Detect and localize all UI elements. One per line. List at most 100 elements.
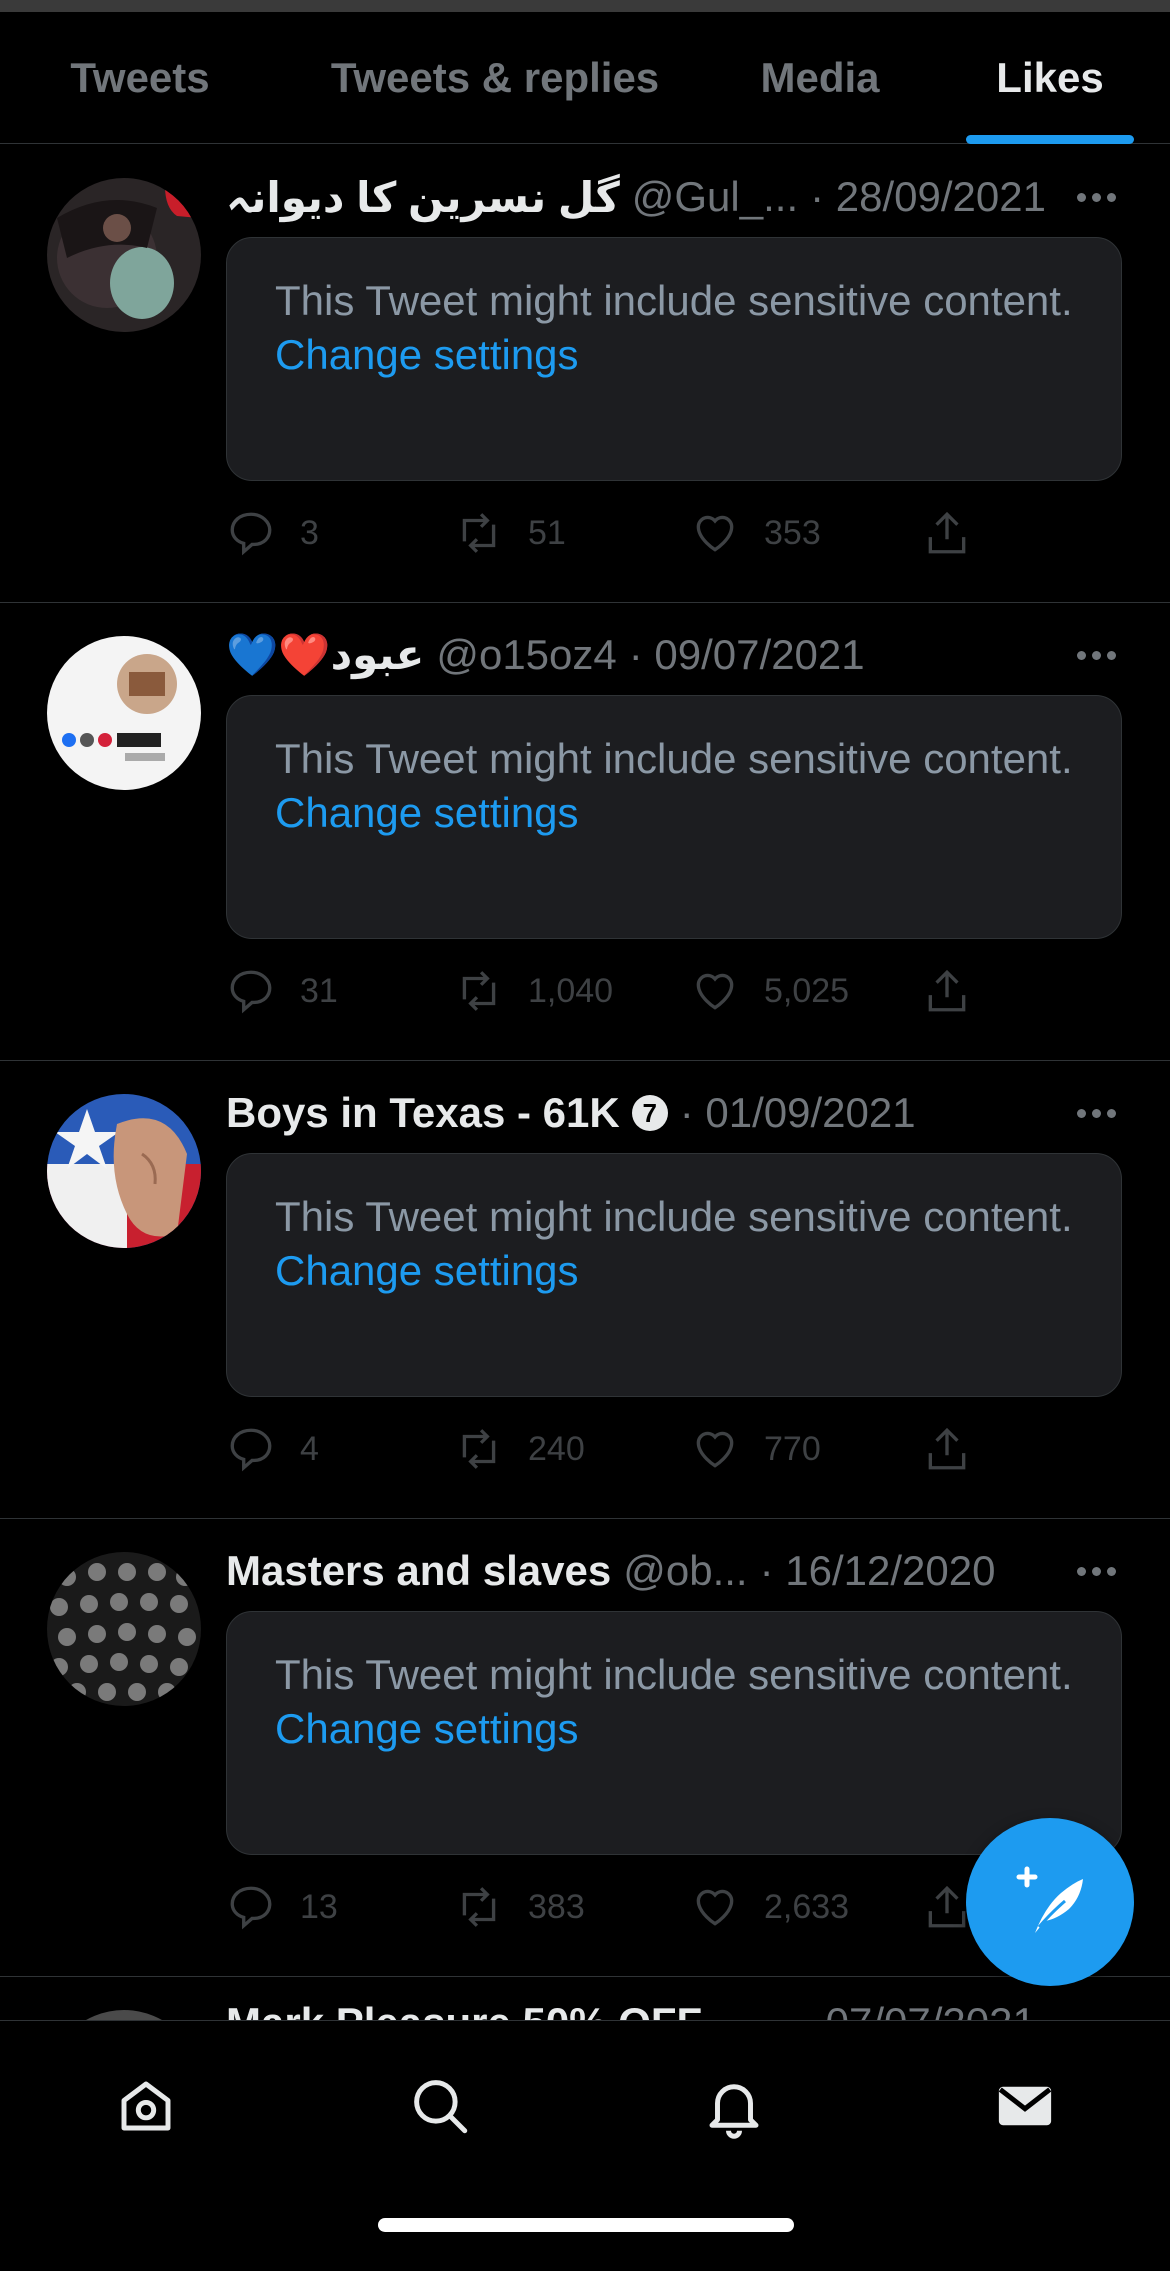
sensitive-message: This Tweet might include sensitive conte…	[275, 735, 1073, 782]
display-name[interactable]: گل نسرین کا دیوانہ	[226, 173, 620, 222]
tweet-header: Masters and slaves @ob... · 16/12/2020	[226, 1541, 1126, 1601]
share-button[interactable]	[922, 961, 996, 1021]
retweet-button[interactable]: 383	[454, 1877, 585, 1937]
retweet-icon	[462, 513, 496, 553]
like-count: 770	[764, 1429, 821, 1468]
compose-tweet-icon	[1016, 1866, 1083, 1933]
heart-icon	[696, 1431, 734, 1468]
nav-messages[interactable]	[985, 2066, 1065, 2146]
tweet-actions: 31 1,040 5,025	[226, 961, 1006, 1021]
tab-media[interactable]: Media	[710, 12, 930, 144]
retweet-button[interactable]: 240	[454, 1419, 585, 1479]
tab-tweets-replies[interactable]: Tweets & replies	[280, 12, 710, 144]
reply-icon	[230, 1886, 272, 1930]
tab-tweets[interactable]: Tweets	[0, 12, 280, 144]
active-tab-indicator	[966, 135, 1134, 144]
tweet-header: 💙❤️عبود @o15oz4 · 09/07/2021	[226, 625, 1126, 685]
tweet[interactable]: 💙❤️عبود @o15oz4 · 09/07/2021 This Tweet …	[0, 603, 1170, 1061]
sensitive-message: This Tweet might include sensitive conte…	[275, 1193, 1073, 1240]
nav-notifications[interactable]	[694, 2066, 774, 2146]
tweet-date: · 28/09/2021	[810, 173, 1046, 220]
nav-home[interactable]	[106, 2066, 186, 2146]
avatar[interactable]	[47, 178, 201, 332]
bottom-navigation	[0, 2020, 1170, 2271]
like-button[interactable]: 353	[690, 503, 821, 563]
retweet-count: 1,040	[528, 971, 614, 1010]
heart-icon	[696, 1889, 734, 1926]
more-options-icon[interactable]	[1077, 625, 1116, 685]
tweet-date: · 01/09/2021	[679, 1089, 916, 1136]
share-icon	[928, 969, 966, 1012]
heart-icon	[696, 515, 734, 552]
display-name[interactable]: Mark Pleasure 50% OFF	[226, 1999, 702, 2020]
reply-button[interactable]: 4	[226, 1419, 319, 1479]
change-settings-link[interactable]: Change settings	[275, 1702, 1073, 1756]
display-name[interactable]: 💙❤️عبود	[226, 630, 424, 680]
tweet-header: گل نسرین کا دیوانہ @Gul_... · 28/09/2021	[226, 167, 1126, 227]
retweet-button[interactable]: 51	[454, 503, 566, 563]
avatar[interactable]	[47, 636, 201, 790]
reply-count: 31	[300, 971, 338, 1010]
more-options-icon[interactable]	[1077, 167, 1116, 227]
avatar[interactable]	[47, 1094, 201, 1248]
retweet-icon	[462, 1887, 496, 1927]
tab-label: Tweets & replies	[330, 54, 660, 101]
more-options-icon[interactable]	[1077, 1541, 1116, 1601]
handle[interactable]: @ob...	[623, 1547, 747, 1595]
tweet[interactable]: گل نسرین کا دیوانہ @Gul_... · 28/09/2021…	[0, 145, 1170, 603]
change-settings-link[interactable]: Change settings	[275, 786, 1073, 840]
nav-search[interactable]	[400, 2066, 480, 2146]
sensitive-message: This Tweet might include sensitive conte…	[275, 277, 1073, 324]
home-indicator[interactable]	[378, 2218, 794, 2232]
heart-icon	[696, 973, 734, 1010]
retweet-icon	[462, 971, 496, 1011]
tweet-date: · 07/07/2021	[800, 1999, 1036, 2020]
verified-badge-icon: 7	[631, 1095, 668, 1131]
reply-count: 4	[300, 1429, 319, 1468]
change-settings-link[interactable]: Change settings	[275, 1244, 1073, 1298]
sensitive-content-notice: This Tweet might include sensitive conte…	[226, 237, 1122, 481]
retweet-icon	[462, 1429, 496, 1469]
share-icon	[928, 511, 966, 554]
tweet-actions: 4 240 770	[226, 1419, 1006, 1479]
mail-icon	[998, 2086, 1052, 2126]
like-button[interactable]: 5,025	[690, 961, 849, 1021]
tweet-date: · 16/12/2020	[759, 1547, 996, 1594]
retweet-count: 240	[528, 1429, 585, 1468]
like-count: 353	[764, 513, 821, 552]
reply-icon	[230, 1428, 272, 1472]
retweet-count: 51	[528, 513, 566, 552]
home-icon	[121, 2081, 171, 2131]
avatar[interactable]	[47, 2010, 201, 2020]
like-button[interactable]: 770	[690, 1419, 821, 1479]
retweet-button[interactable]: 1,040	[454, 961, 613, 1021]
reply-button[interactable]: 31	[226, 961, 338, 1021]
like-count: 2,633	[764, 1887, 850, 1926]
likes-feed[interactable]: گل نسرین کا دیوانہ @Gul_... · 28/09/2021…	[0, 145, 1170, 2020]
share-icon	[928, 1427, 966, 1470]
like-button[interactable]: 2,633	[690, 1877, 849, 1937]
tweet-actions: 13 383 2,633	[226, 1877, 1006, 1937]
share-button[interactable]	[922, 503, 996, 563]
handle[interactable]: @Gul_...	[632, 173, 798, 221]
display-name[interactable]: Masters and slaves	[226, 1547, 611, 1595]
sensitive-content-notice: This Tweet might include sensitive conte…	[226, 1611, 1122, 1855]
handle[interactable]: @o15oz4	[436, 631, 616, 679]
bell-icon	[709, 2084, 759, 2139]
reply-icon	[230, 512, 272, 556]
share-button[interactable]	[922, 1419, 996, 1479]
reply-button[interactable]: 3	[226, 503, 319, 563]
tweet[interactable]: Boys in Texas - 61K 7 · 01/09/2021 This …	[0, 1061, 1170, 1519]
display-name[interactable]: Boys in Texas - 61K	[226, 1089, 620, 1137]
compose-tweet-button[interactable]	[966, 1818, 1134, 1986]
profile-tabs: Tweets Tweets & replies Media Likes	[0, 12, 1170, 144]
tweet-date: · 09/07/2021	[628, 631, 865, 678]
avatar[interactable]	[47, 1552, 201, 1706]
more-options-icon[interactable]	[1077, 1083, 1116, 1143]
reply-count: 3	[300, 513, 319, 552]
tab-likes[interactable]: Likes	[930, 12, 1170, 144]
retweet-count: 383	[528, 1887, 585, 1926]
tweet-partial[interactable]: Mark Pleasure 50% OFF · 07/07/2021	[0, 1977, 1170, 2020]
change-settings-link[interactable]: Change settings	[275, 328, 1073, 382]
reply-button[interactable]: 13	[226, 1877, 338, 1937]
